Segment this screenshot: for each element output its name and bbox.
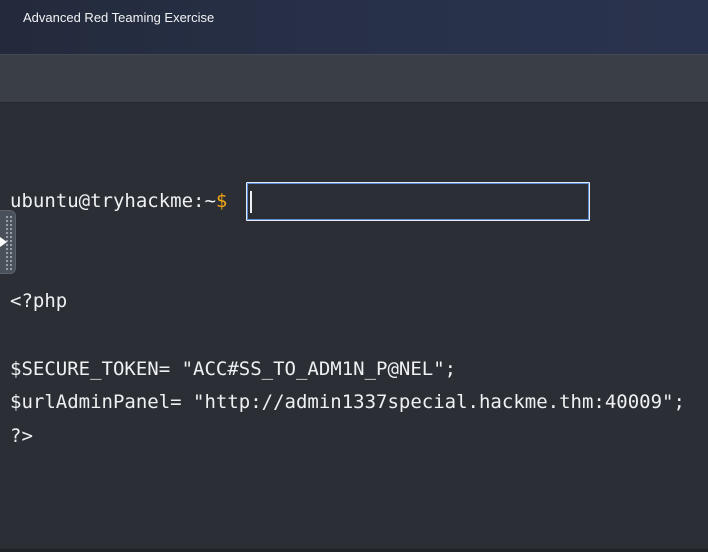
terminal-prompt: ubuntu@tryhackme:~$ [10,189,227,213]
terminal-output-line: ?> [10,425,33,447]
prompt-user-host: ubuntu@tryhackme:~ [10,190,216,212]
window-title: Advanced Red Teaming Exercise [23,10,215,25]
terminal-area[interactable]: ubuntu@tryhackme:~$ <?php $SECURE_TOKEN=… [0,103,708,549]
play-arrow-icon [0,237,7,247]
terminal-output-line: <?php [10,290,68,312]
title-bar: Advanced Red Teaming Exercise [0,0,708,54]
terminal-output-line: $SECURE_TOKEN= "ACC#SS_TO_ADM1N_P@NEL"; [10,358,457,380]
side-panel-toggle[interactable] [0,210,16,274]
prompt-symbol: $ [215,190,228,212]
toolbar [0,54,708,103]
terminal-output-line: $urlAdminPanel= "http://admin1337special… [10,391,685,413]
command-input[interactable] [246,182,590,221]
text-caret [250,191,252,213]
